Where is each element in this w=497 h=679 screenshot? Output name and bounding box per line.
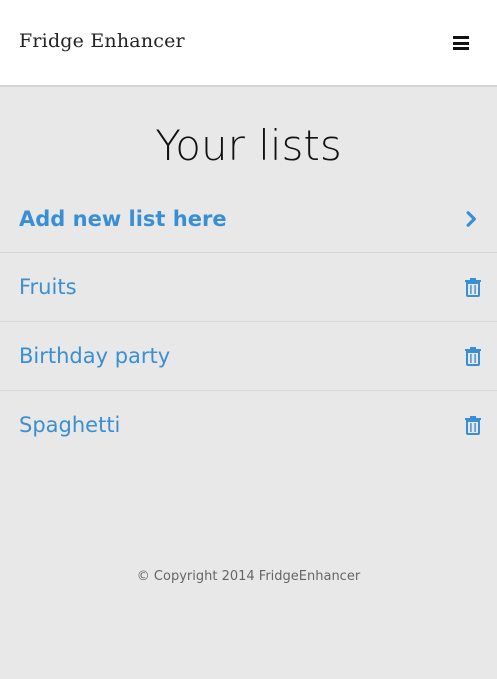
trash-icon[interactable] — [464, 415, 482, 435]
trash-icon[interactable] — [464, 277, 482, 297]
trash-icon[interactable] — [464, 346, 482, 366]
list-item-label: Spaghetti — [19, 413, 121, 437]
header-bar: Fridge Enhancer — [0, 0, 497, 87]
list-item[interactable]: Fruits — [0, 252, 497, 321]
list-item[interactable]: Spaghetti — [0, 390, 497, 459]
chevron-right-icon — [466, 210, 476, 227]
footer-copyright: © Copyright 2014 FridgeEnhancer — [136, 569, 361, 584]
lists-container: Add new list here Fruits Birthday party … — [0, 185, 497, 459]
add-new-list-item[interactable]: Add new list here — [0, 185, 497, 252]
page-title: Your lists — [155, 121, 342, 170]
add-new-list-label: Add new list here — [19, 206, 227, 231]
list-item-label: Fruits — [19, 275, 77, 299]
list-item[interactable]: Birthday party — [0, 321, 497, 390]
list-item-label: Birthday party — [19, 344, 171, 368]
hamburger-menu-icon[interactable] — [453, 36, 469, 50]
brand-logo-text[interactable]: Fridge Enhancer — [19, 30, 185, 52]
